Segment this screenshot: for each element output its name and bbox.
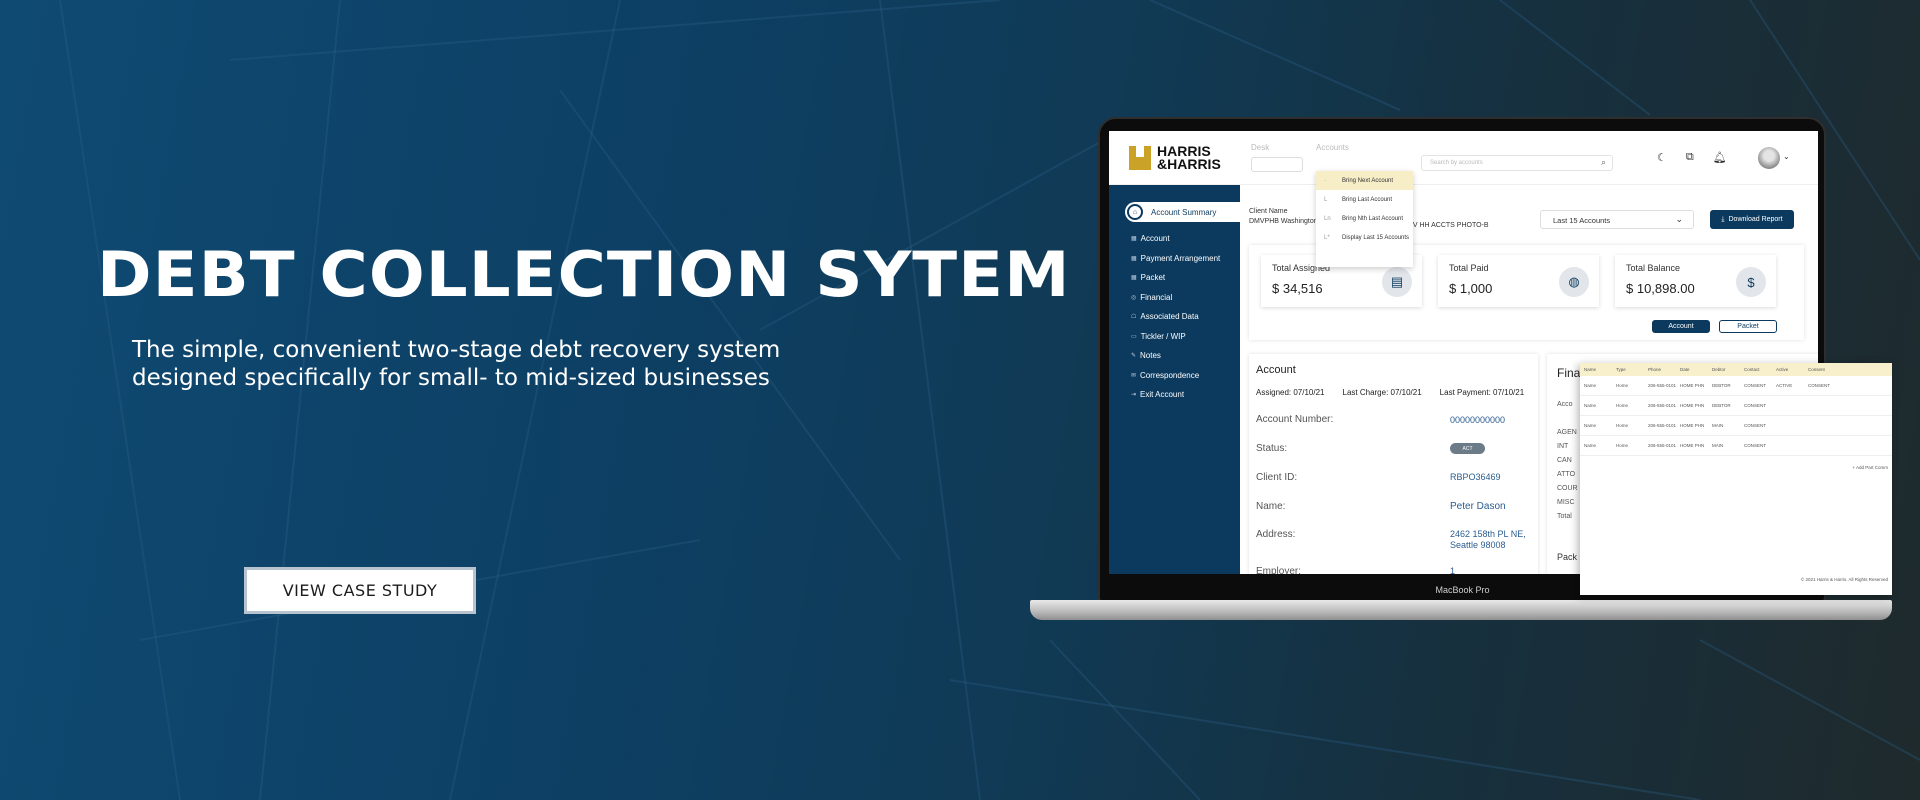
harris-logo: HARRIS &HARRIS: [1129, 144, 1221, 171]
footer-copyright: © 2021 Harris & Harris. All Rights Reser…: [1800, 577, 1888, 582]
hero-title: DEBT COLLECTION SYTEM: [97, 238, 1071, 311]
total-balance-card: Total Balance $ 10,898.00 $: [1615, 255, 1776, 307]
sidebar-item-associated-data[interactable]: ☖ Associated Data: [1131, 307, 1220, 327]
home-icon: ⌂: [1127, 204, 1143, 220]
status-badge: ACT: [1450, 443, 1485, 454]
add-contact-link[interactable]: + Add Part Comm: [1852, 465, 1888, 470]
laptop-label: MacBook Pro: [1435, 585, 1490, 595]
menu-item-display-last-15[interactable]: L* Display Last 15 Accounts: [1316, 228, 1413, 247]
desk-label: Desk: [1251, 143, 1270, 152]
menu-item-bring-nth-last[interactable]: Ln Bring Nth Last Account: [1316, 209, 1413, 228]
sidebar-item-financial[interactable]: ◎ Financial: [1131, 288, 1220, 308]
sidebar-item-payment-arrangement[interactable]: ▦ Payment Arrangement: [1131, 249, 1220, 269]
account-panel: Account Assigned: 07/10/21 Last Charge: …: [1249, 354, 1538, 574]
accounts-label: Accounts: [1316, 143, 1349, 152]
sidebar: ⌂ Account Summary ▦ Account ▦ Payment Arran…: [1109, 185, 1240, 574]
dollar-icon: $: [1736, 267, 1766, 297]
sidebar-item-account[interactable]: ▦ Account: [1131, 229, 1220, 249]
view-case-study-button[interactable]: VIEW CASE STUDY: [244, 567, 476, 614]
account-tab-button[interactable]: Account: [1652, 320, 1710, 333]
sidebar-item-correspondence[interactable]: ✉ Correspondence: [1131, 366, 1220, 386]
table-row[interactable]: Name Home 206-555-0101 HOME PHN DEBTOR CONSEN…: [1580, 396, 1892, 416]
last-accounts-select[interactable]: Last 15 Accounts ⌄: [1540, 210, 1694, 229]
contacts-table-overlay: Name Type Phone Date Debtor Contact Active Cons…: [1580, 363, 1892, 595]
sidebar-item-tickler[interactable]: ▭ Tickler / WIP: [1131, 327, 1220, 347]
download-icon: ⤓: [1721, 215, 1725, 223]
client-info: Client Name DMVPHB Washington: [1249, 208, 1318, 225]
laptop-base: [1030, 600, 1892, 620]
sidebar-item-packet[interactable]: ▦ Packet: [1131, 268, 1220, 288]
app-topbar: HARRIS &HARRIS Desk Accounts Search by a…: [1109, 131, 1818, 185]
hero-subtitle-line1: The simple, convenient two-stage debt re…: [132, 337, 781, 363]
accounts-dropdown-menu: · Bring Next Account L Bring Last Account …: [1316, 171, 1413, 267]
coins-icon: ◍: [1559, 267, 1589, 297]
money-stack-icon: ▤: [1382, 267, 1412, 297]
avatar[interactable]: [1758, 147, 1780, 169]
table-row[interactable]: Name Home 206-555-0101 HOME PHN MAIN CONSENT: [1580, 416, 1892, 436]
hero-subtitle-line2: designed specifically for small- to mid-…: [132, 365, 770, 391]
search-input[interactable]: Search by accounts ⌕: [1421, 155, 1613, 171]
sidebar-item-exit-account[interactable]: ⇥ Exit Account: [1131, 385, 1220, 405]
logo-mark-icon: [1129, 146, 1151, 170]
notification-bell-icon[interactable]: 🔔︎: [1713, 151, 1727, 164]
desk-select[interactable]: [1251, 157, 1303, 172]
total-paid-card: Total Paid $ 1,000 ◍: [1438, 255, 1599, 307]
hero-subtitle: The simple, convenient two-stage debt re…: [132, 336, 780, 392]
sidebar-item-account-summary[interactable]: ⌂ Account Summary: [1125, 202, 1240, 222]
menu-item-bring-next[interactable]: · Bring Next Account: [1316, 171, 1413, 190]
dark-mode-icon[interactable]: ☾: [1657, 151, 1667, 164]
download-report-button[interactable]: ⤓ Download Report: [1710, 210, 1794, 229]
chevron-down-icon: ⌄: [1675, 214, 1683, 224]
sidebar-item-notes[interactable]: ✎ Notes: [1131, 346, 1220, 366]
packet-tab-button[interactable]: Packet: [1719, 320, 1777, 333]
table-header: Name Type Phone Date Debtor Contact Active Cons…: [1580, 363, 1892, 376]
chevron-down-icon[interactable]: ⌄: [1783, 152, 1790, 161]
table-row[interactable]: Name Home 206-555-0101 HOME PHN DEBTOR CONSEN…: [1580, 376, 1892, 396]
search-icon: ⌕: [1600, 157, 1606, 167]
client-name-detail: MV HH ACCTS PHOTO-B: [1407, 222, 1489, 229]
share-icon[interactable]: ⧉: [1686, 151, 1694, 164]
menu-item-bring-last[interactable]: L Bring Last Account: [1316, 190, 1413, 209]
table-row[interactable]: Name Home 206-555-0101 HOME PHN MAIN CONSENT: [1580, 436, 1892, 456]
